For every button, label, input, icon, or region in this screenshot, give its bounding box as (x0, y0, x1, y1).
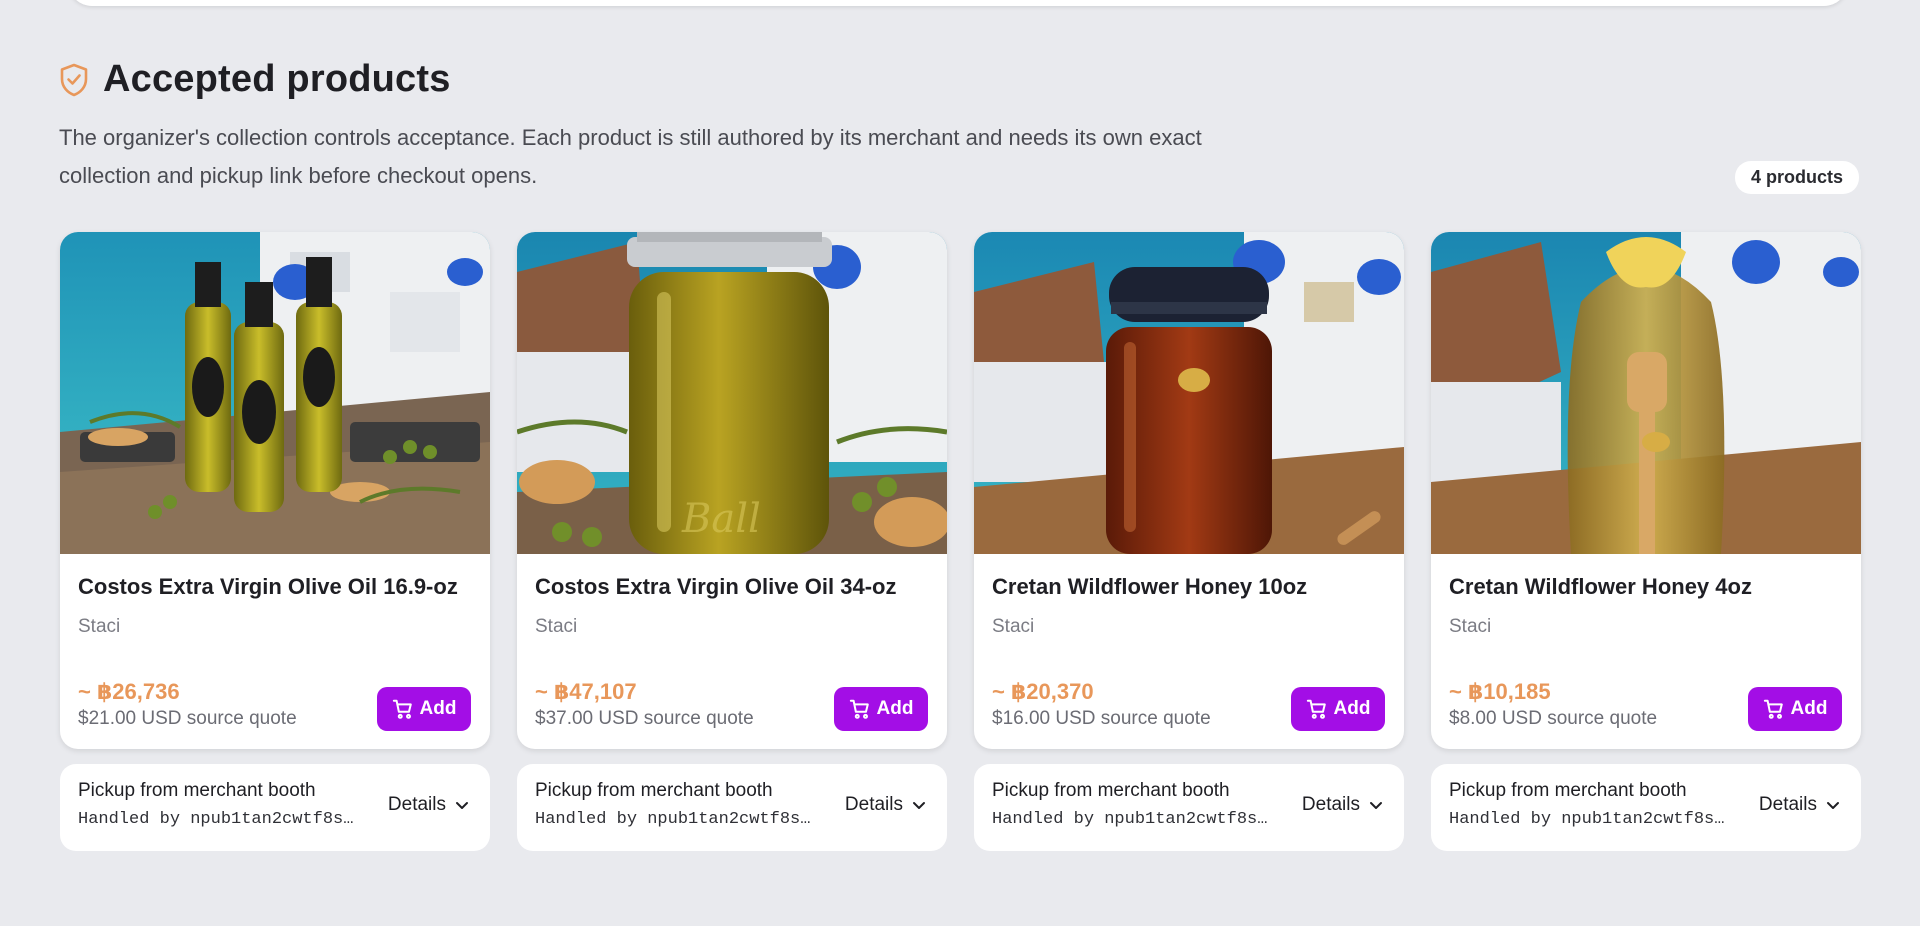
handler-npub: Handled by npub1tan2cwtf8s… (1449, 810, 1725, 829)
add-button-label: Add (1333, 698, 1371, 719)
details-toggle[interactable]: Details (845, 794, 927, 816)
source-quote: $16.00 USD source quote (992, 708, 1211, 729)
add-button-label: Add (419, 698, 457, 719)
product-card-body: Cretan Wildflower Honey 4oz Staci ~ ฿10,… (1431, 554, 1861, 749)
add-to-cart-button[interactable]: Add (1748, 687, 1842, 731)
pickup-panel: Pickup from merchant booth Handled by np… (1431, 764, 1861, 851)
merchant-name: Staci (1449, 616, 1492, 637)
pickup-panel: Pickup from merchant booth Handled by np… (974, 764, 1404, 851)
pickup-panel: Pickup from merchant booth Handled by np… (517, 764, 947, 851)
product-card[interactable]: Ball Costos Extra Virgin Olive Oil 34-oz… (517, 232, 947, 749)
details-label: Details (844, 794, 903, 815)
add-button-label: Add (876, 698, 914, 719)
section-description: The organizer's collection controls acce… (59, 125, 1202, 188)
honey-gift-bag-photo (1431, 232, 1861, 554)
details-toggle[interactable]: Details (1302, 794, 1384, 816)
honey-jar-photo (974, 232, 1404, 554)
shield-check-icon (59, 63, 89, 97)
merchant-name: Staci (992, 616, 1035, 637)
product-card-body: Costos Extra Virgin Olive Oil 34-oz Stac… (517, 554, 947, 749)
handler-npub: Handled by npub1tan2cwtf8s… (535, 810, 811, 829)
previous-panel (68, 0, 1848, 6)
product-price: ~ ฿26,736 (78, 679, 180, 704)
product-grid: Costos Extra Virgin Olive Oil 16.9-oz St… (60, 232, 1861, 851)
chevron-down-icon (1825, 797, 1841, 813)
details-label: Details (1301, 794, 1360, 815)
chevron-down-icon (454, 797, 470, 813)
product-column: Cretan Wildflower Honey 4oz Staci ~ ฿10,… (1431, 232, 1861, 851)
accepted-products-section: Accepted products The organizer's collec… (59, 58, 1859, 195)
page-title: Accepted products (103, 58, 451, 100)
product-count-badge: 4 products (1734, 161, 1859, 194)
cart-icon (392, 698, 414, 720)
product-name[interactable]: Cretan Wildflower Honey 4oz (1449, 574, 1843, 600)
product-card[interactable]: Costos Extra Virgin Olive Oil 16.9-oz St… (60, 232, 490, 749)
add-button-label: Add (1790, 698, 1828, 719)
handler-npub: Handled by npub1tan2cwtf8s… (992, 810, 1268, 829)
merchant-name: Staci (78, 616, 121, 637)
cart-icon (1763, 698, 1785, 720)
product-name[interactable]: Costos Extra Virgin Olive Oil 16.9-oz (78, 574, 472, 600)
chevron-down-icon (1368, 797, 1384, 813)
cart-icon (1306, 698, 1328, 720)
product-column: Ball Costos Extra Virgin Olive Oil 34-oz… (517, 232, 947, 851)
product-card-body: Costos Extra Virgin Olive Oil 16.9-oz St… (60, 554, 490, 749)
details-toggle[interactable]: Details (388, 794, 470, 816)
product-card[interactable]: Cretan Wildflower Honey 4oz Staci ~ ฿10,… (1431, 232, 1861, 749)
product-name[interactable]: Cretan Wildflower Honey 10oz (992, 574, 1386, 600)
product-card-body: Cretan Wildflower Honey 10oz Staci ~ ฿20… (974, 554, 1404, 749)
source-quote: $37.00 USD source quote (535, 708, 754, 729)
source-quote: $21.00 USD source quote (78, 708, 297, 729)
add-to-cart-button[interactable]: Add (377, 687, 471, 731)
pickup-panel: Pickup from merchant booth Handled by np… (60, 764, 490, 851)
product-name[interactable]: Costos Extra Virgin Olive Oil 34-oz (535, 574, 929, 600)
chevron-down-icon (911, 797, 927, 813)
handler-npub: Handled by npub1tan2cwtf8s… (78, 810, 354, 829)
section-heading: Accepted products (59, 58, 1859, 101)
details-label: Details (1758, 794, 1817, 815)
source-quote: $8.00 USD source quote (1449, 708, 1658, 729)
add-to-cart-button[interactable]: Add (1291, 687, 1385, 731)
add-to-cart-button[interactable]: Add (834, 687, 928, 731)
cart-icon (849, 698, 871, 720)
merchant-name: Staci (535, 616, 578, 637)
olive-oil-bottles-photo (60, 232, 490, 554)
product-column: Cretan Wildflower Honey 10oz Staci ~ ฿20… (974, 232, 1404, 851)
product-price: ~ ฿20,370 (992, 679, 1094, 704)
svg-text:Ball: Ball (681, 496, 761, 542)
product-price: ~ ฿47,107 (535, 679, 637, 704)
olive-oil-jar-photo: Ball (517, 232, 947, 554)
details-label: Details (387, 794, 446, 815)
product-price: ~ ฿10,185 (1449, 679, 1551, 704)
details-toggle[interactable]: Details (1759, 794, 1841, 816)
product-column: Costos Extra Virgin Olive Oil 16.9-oz St… (60, 232, 490, 851)
product-card[interactable]: Cretan Wildflower Honey 10oz Staci ~ ฿20… (974, 232, 1404, 749)
